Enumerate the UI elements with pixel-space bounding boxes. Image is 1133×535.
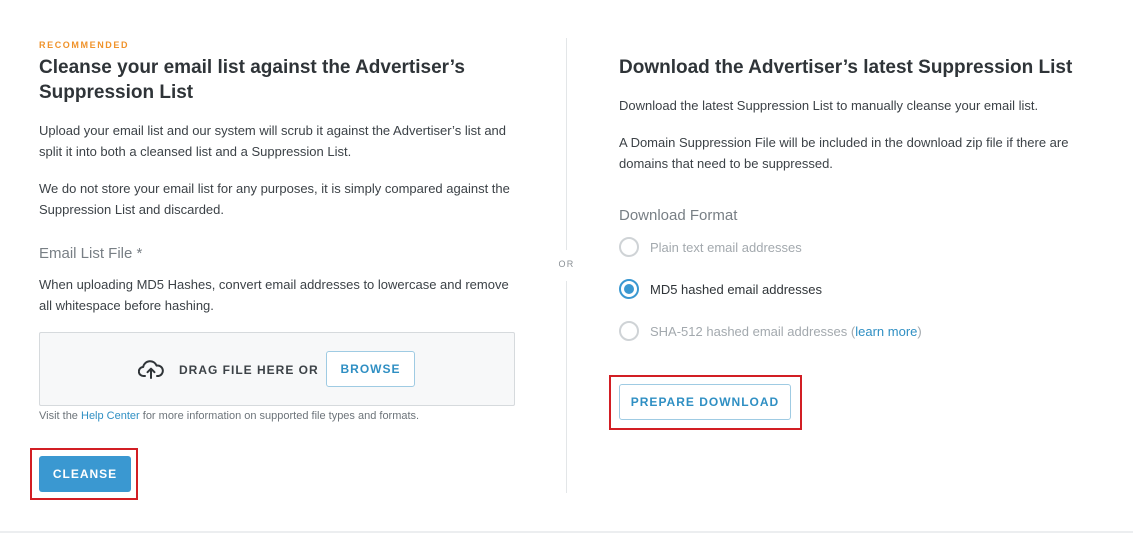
email-list-file-label: Email List File * <box>39 245 143 262</box>
drag-file-text: DRAG FILE HERE OR <box>179 363 319 377</box>
download-description: Download the latest Suppression List to … <box>619 98 1039 113</box>
cleanse-button[interactable]: CLEANSE <box>39 456 131 492</box>
sha512-label-text: SHA-512 hashed email addresses <box>650 323 848 339</box>
column-divider-top <box>566 38 567 250</box>
domain-suppression-note: A Domain Suppression File will be includ… <box>619 135 1069 171</box>
format-option-label: SHA-512 hashed email addresses (learn mo… <box>650 324 922 339</box>
help-center-link[interactable]: Help Center <box>81 410 140 422</box>
help-prefix: Visit the <box>39 410 81 422</box>
help-suffix: for more information on supported file t… <box>139 410 420 422</box>
format-option-label: MD5 hashed email addresses <box>650 281 822 297</box>
format-option-sha512[interactable]: SHA-512 hashed email addresses (learn mo… <box>619 320 922 342</box>
bottom-border <box>0 531 1133 533</box>
md5-hint: When uploading MD5 Hashes, convert email… <box>39 277 509 313</box>
browse-button[interactable]: BROWSE <box>326 351 415 387</box>
cleanse-description: Upload your email list and our system wi… <box>39 123 507 159</box>
or-separator: OR <box>558 259 575 269</box>
radio-md5[interactable] <box>619 279 639 299</box>
recommended-badge: RECOMMENDED <box>39 40 130 50</box>
download-section-title: Download the Advertiser’s latest Suppres… <box>619 57 1073 78</box>
prepare-download-button[interactable]: PREPARE DOWNLOAD <box>619 384 791 420</box>
column-divider-bottom <box>566 281 567 493</box>
cleanse-section-title: Cleanse your email list against the Adve… <box>39 57 465 103</box>
paren-close: ) <box>917 323 922 339</box>
learn-more-link[interactable]: learn more <box>855 324 917 339</box>
format-option-label: Plain text email addresses <box>650 239 802 255</box>
privacy-note: We do not store your email list for any … <box>39 181 510 217</box>
format-option-md5[interactable]: MD5 hashed email addresses <box>619 278 822 300</box>
radio-sha512[interactable] <box>619 321 639 341</box>
help-text: Visit the Help Center for more informati… <box>39 410 419 422</box>
download-format-label: Download Format <box>619 207 738 224</box>
cloud-upload-icon <box>138 360 164 379</box>
file-dropzone[interactable]: DRAG FILE HERE OR BROWSE <box>39 332 515 406</box>
radio-plain-text[interactable] <box>619 237 639 257</box>
format-option-plain-text[interactable]: Plain text email addresses <box>619 236 802 258</box>
